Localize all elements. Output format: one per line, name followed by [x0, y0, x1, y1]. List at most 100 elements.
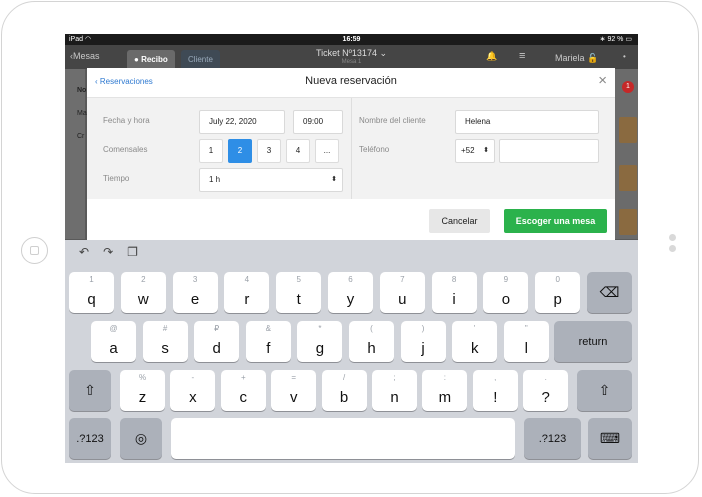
key-hint: *	[318, 324, 322, 333]
key-letter: z	[138, 389, 147, 406]
ticket-subtitle: Mesa 1	[341, 59, 362, 65]
product-thumbnail	[619, 209, 637, 235]
key-y[interactable]: 6y	[328, 272, 373, 313]
battery-text: 92 %	[607, 36, 624, 43]
key-e[interactable]: 3e	[172, 272, 218, 313]
ticket-title[interactable]: Ticket Nº13174 ⌄	[65, 48, 638, 59]
key-s[interactable]: # s	[142, 321, 188, 362]
key-letter: !	[493, 389, 498, 406]
key-hint: :	[443, 373, 446, 382]
key-hint: (	[370, 324, 373, 333]
key-r[interactable]: 4r	[224, 272, 270, 313]
backspace-key[interactable]: ⌫	[587, 272, 632, 313]
key-g[interactable]: * g	[297, 321, 343, 362]
product-thumbnail	[619, 117, 637, 143]
user-name[interactable]: Mariela 🔓	[555, 53, 598, 64]
date-time-label: Fecha y hora	[103, 116, 150, 125]
key-letter: x	[189, 389, 197, 406]
duration-select[interactable]: 1 h ⬍	[199, 168, 343, 192]
onscreen-keyboard: ↶ ↷ ❐ 1 q 2 w 3 e 4 r 5 t 6 y 7 u 8 i 9 o 0 p ⌫ @ a # s ₽ d & f * g(h) j '…	[65, 240, 638, 463]
background-sidebar: No Ma Cr	[65, 69, 87, 239]
key-c[interactable]: + c	[220, 370, 266, 411]
undo-icon[interactable]: ↶	[79, 245, 89, 259]
key-label: .?123	[538, 432, 567, 445]
key-z[interactable]: % z	[120, 370, 165, 411]
key-v[interactable]: = v	[271, 370, 317, 411]
key-d[interactable]: ₽ d	[194, 321, 240, 362]
guest-option-4[interactable]: 4	[286, 139, 310, 163]
key-letter: d	[212, 340, 221, 357]
new-reservation-modal: ‹ Reservaciones Nueva reservación × Fech…	[87, 68, 615, 240]
key-o[interactable]: 9o	[483, 272, 529, 313]
key-hint: #	[162, 324, 168, 333]
client-name-field[interactable]: Helena	[455, 110, 599, 134]
guest-option-3[interactable]: 3	[257, 139, 281, 163]
phone-field[interactable]	[499, 139, 599, 163]
key-letter: t	[296, 291, 301, 308]
space-bar[interactable]	[171, 418, 515, 459]
hide-keyboard-key[interactable]: ⌨	[588, 418, 632, 459]
date-field[interactable]: July 22, 2020	[199, 110, 285, 134]
key-hint: 9	[503, 275, 509, 284]
key-hint: ;	[393, 373, 396, 382]
modal-form: Fecha y hora July 22, 2020 09:00 Comensa…	[87, 98, 615, 199]
key-letter: y	[346, 291, 355, 308]
key-f[interactable]: & f	[245, 321, 291, 362]
key-letter: i	[452, 291, 456, 308]
more-icon[interactable]: •	[623, 52, 626, 61]
key-m[interactable]: :m	[422, 370, 468, 411]
key-n[interactable]: ; n	[372, 370, 417, 411]
guest-option-2[interactable]: 2	[228, 139, 252, 163]
key-?[interactable]: .?	[523, 370, 569, 411]
paste-icon[interactable]: ❐	[127, 245, 138, 259]
numbers-key-left[interactable]: .?123	[69, 418, 111, 459]
key-q[interactable]: 1q	[69, 272, 114, 313]
key-k[interactable]: ' k	[452, 321, 498, 362]
return-key[interactable]: return	[554, 321, 632, 362]
numbers-key-right[interactable]: .?123	[524, 418, 581, 459]
key-![interactable]: ,!	[472, 370, 518, 411]
menu-icon[interactable]: ≡	[519, 50, 525, 62]
key-u[interactable]: 7u	[379, 272, 425, 313]
guest-option-1[interactable]: 1	[199, 139, 223, 163]
key-hint: %	[138, 373, 147, 382]
key-j[interactable]: ) j	[400, 321, 446, 362]
home-button[interactable]	[21, 237, 48, 264]
app-header: ‹Mesas ● Recibo Cliente Ticket Nº13174 ⌄…	[65, 45, 638, 69]
shift-right-key[interactable]: ⇧	[577, 370, 632, 411]
key-i[interactable]: 8i	[431, 272, 477, 313]
key-x[interactable]: -x	[170, 370, 216, 411]
guest-option-more[interactable]: ...	[315, 139, 339, 163]
key-letter: h	[367, 340, 376, 357]
key-l[interactable]: " l	[503, 321, 549, 362]
screen: iPad ◠ 16:59 ∗ 92 % ▭ ‹Mesas ● Recibo Cl…	[65, 34, 638, 463]
phone-label: Teléfono	[359, 145, 390, 154]
close-icon[interactable]: ×	[598, 72, 607, 89]
redo-icon[interactable]: ↷	[103, 245, 113, 259]
key-letter: k	[470, 340, 479, 357]
key-letter: l	[524, 340, 528, 357]
key-a[interactable]: @ a	[91, 321, 136, 362]
key-hint: /	[342, 373, 346, 382]
cancel-button[interactable]: Cancelar	[429, 209, 490, 233]
product-thumbnail	[619, 165, 637, 191]
time-field[interactable]: 09:00	[293, 110, 343, 134]
globe-key[interactable]: ◎	[120, 418, 162, 459]
camera-dot	[669, 234, 676, 241]
key-t[interactable]: 5t	[276, 272, 322, 313]
battery-icon: ▭	[625, 36, 632, 43]
key-hint: &	[265, 324, 271, 333]
choose-table-button[interactable]: Escoger una mesa	[504, 209, 607, 233]
hide-keyboard-icon: ⌨	[599, 430, 621, 446]
sidebar-item: Ma	[77, 110, 87, 117]
key-hint: -	[191, 373, 195, 382]
key-w[interactable]: 2w	[120, 272, 166, 313]
key-p[interactable]: 0p	[535, 272, 581, 313]
key-b[interactable]: / b	[321, 370, 367, 411]
key-h[interactable]: (h	[349, 321, 394, 362]
bell-icon[interactable]: 🔔	[486, 51, 497, 62]
key-hint: 6	[348, 275, 353, 284]
shift-left-key[interactable]: ⇧	[69, 370, 111, 411]
key-hint: ,	[494, 373, 497, 382]
country-code-select[interactable]: +52 ⬍	[455, 139, 495, 163]
